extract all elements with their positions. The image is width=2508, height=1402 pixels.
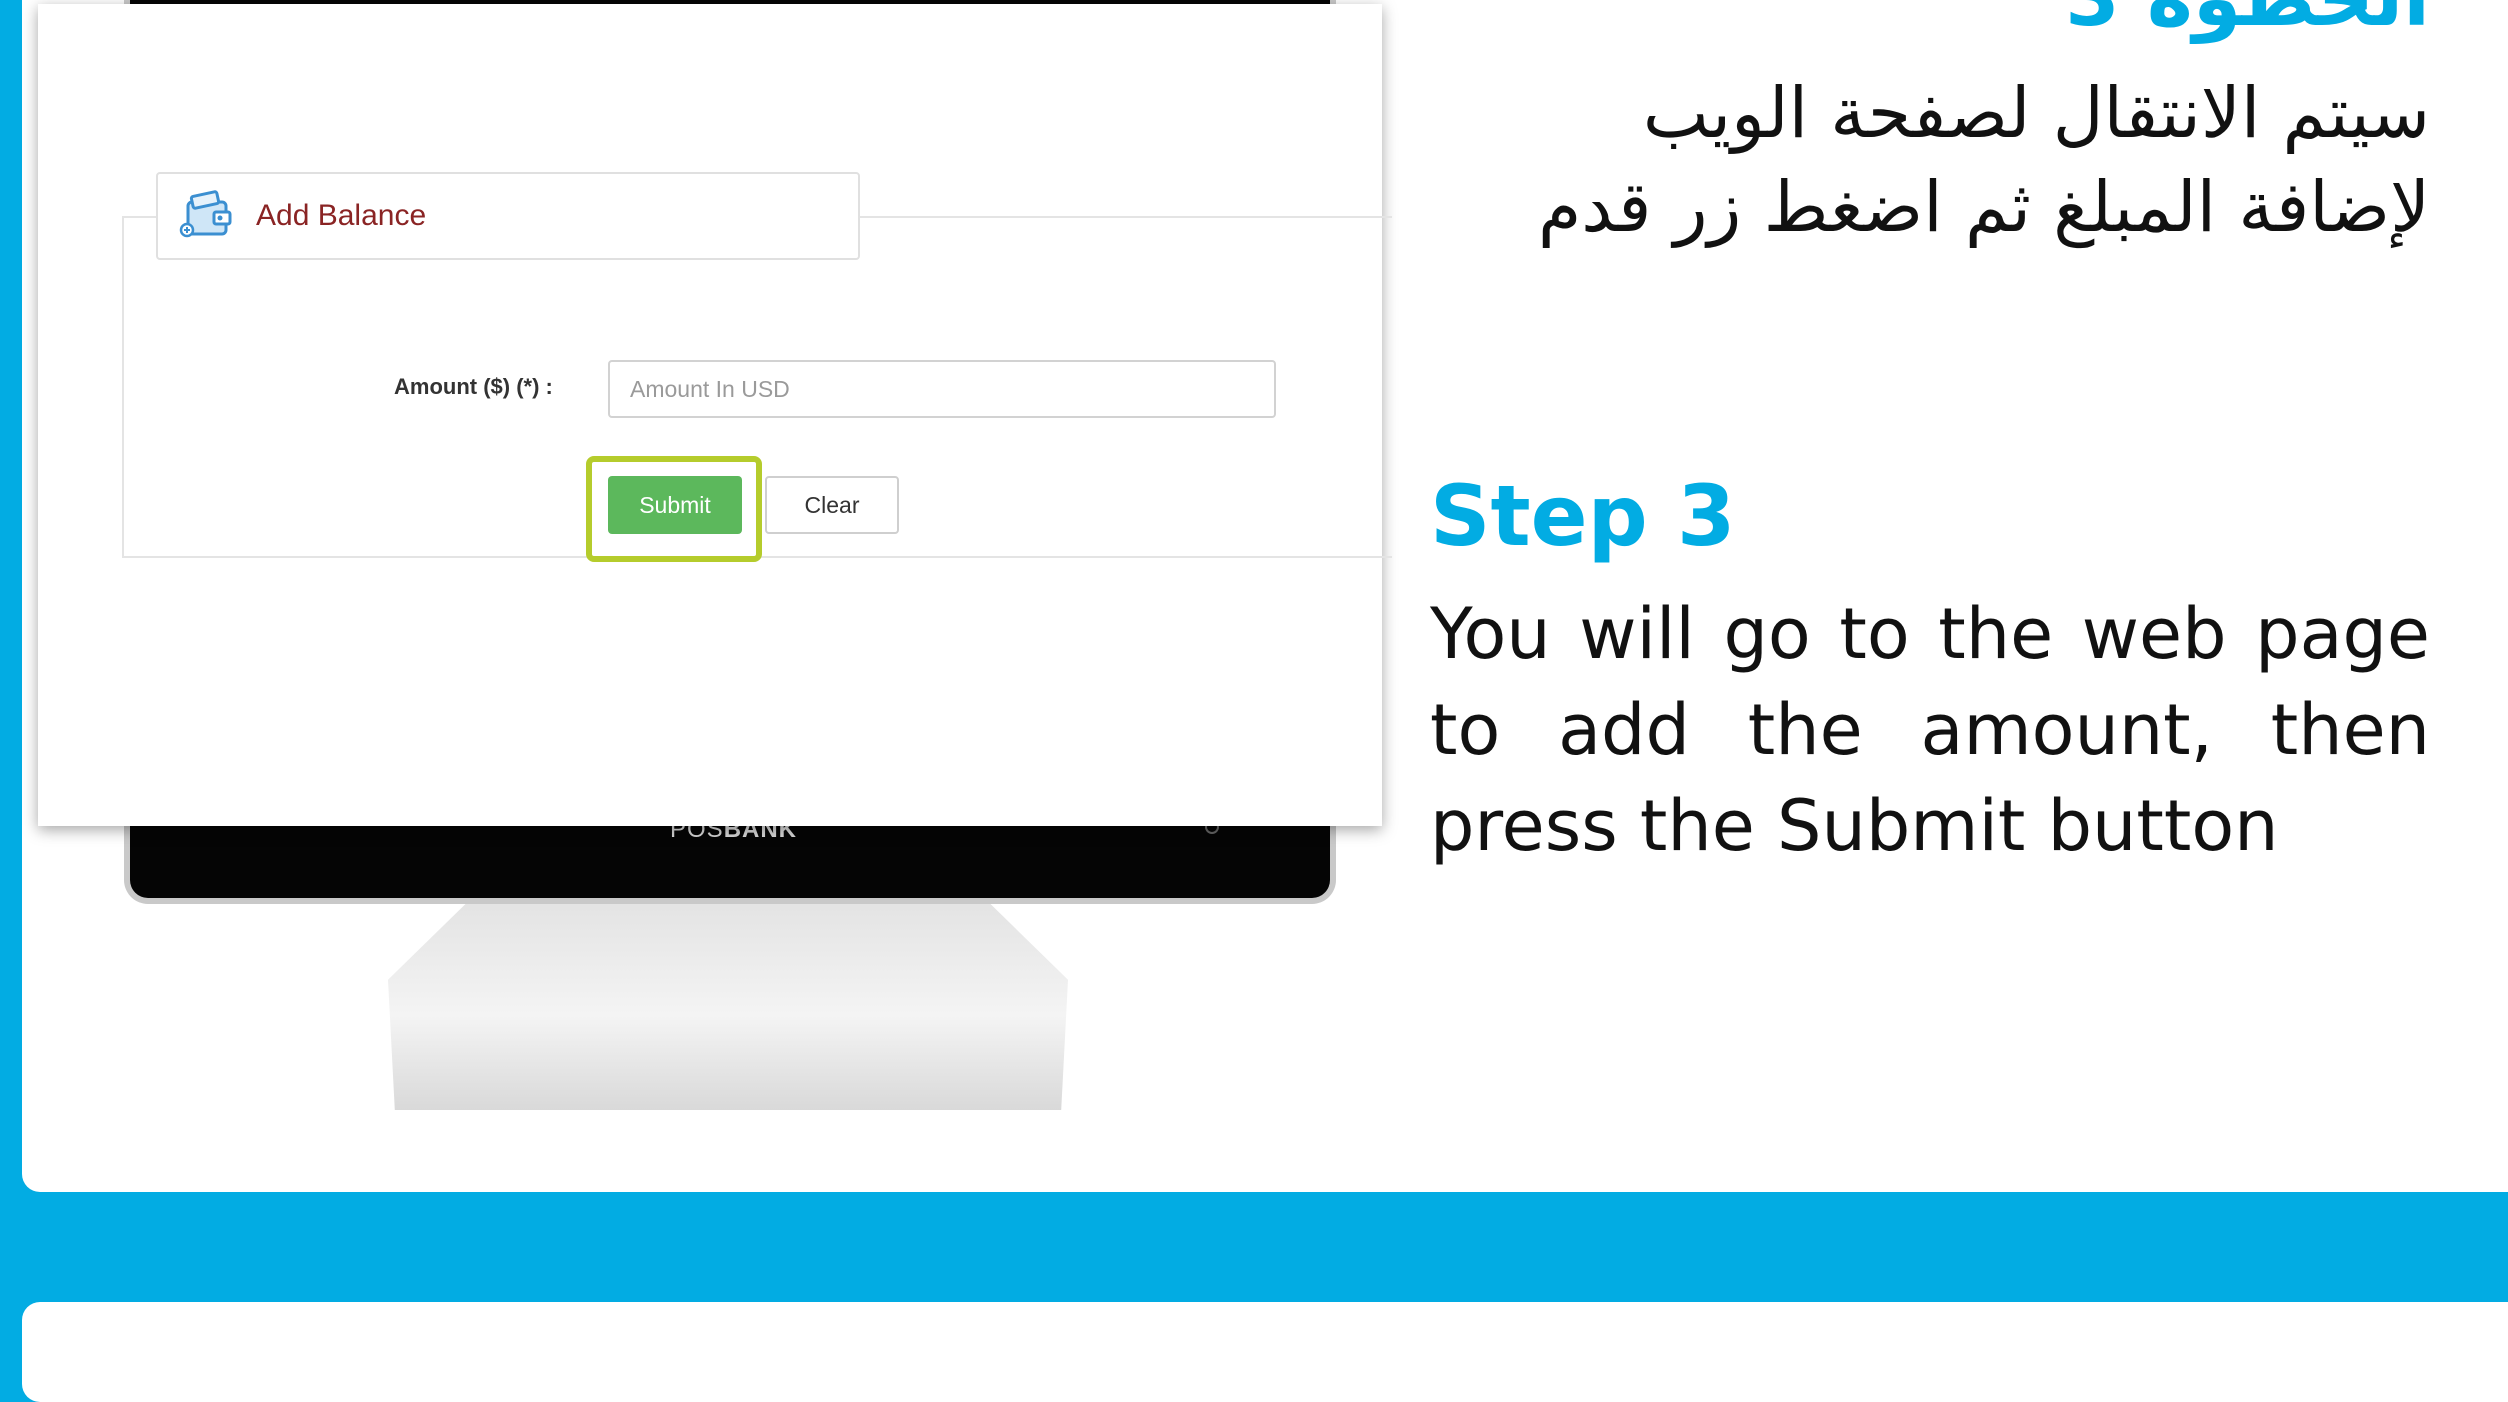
web-page-screen: Add Balance Amount ($) (*) : Submit Clea… (38, 4, 1392, 826)
wallet-icon (179, 190, 232, 238)
arabic-heading: الخطوة 3 (2065, 0, 2430, 42)
step-title: Step 3 (1430, 467, 1736, 565)
clear-button[interactable]: Clear (765, 476, 899, 534)
footer-panel (22, 1302, 2508, 1402)
arabic-instructions: سيتم الانتقال لصفحة الويب لإضافة المبلغ … (1537, 72, 2430, 248)
monitor-stand (388, 900, 1068, 1110)
form-title: Add Balance (256, 199, 427, 232)
form-header: Add Balance (156, 172, 860, 260)
amount-label: Amount ($) (*) : (394, 374, 553, 399)
submit-button[interactable]: Submit (608, 476, 742, 534)
english-instructions: You will go to the web page to add the a… (1430, 593, 2430, 867)
amount-input[interactable] (608, 360, 1276, 418)
